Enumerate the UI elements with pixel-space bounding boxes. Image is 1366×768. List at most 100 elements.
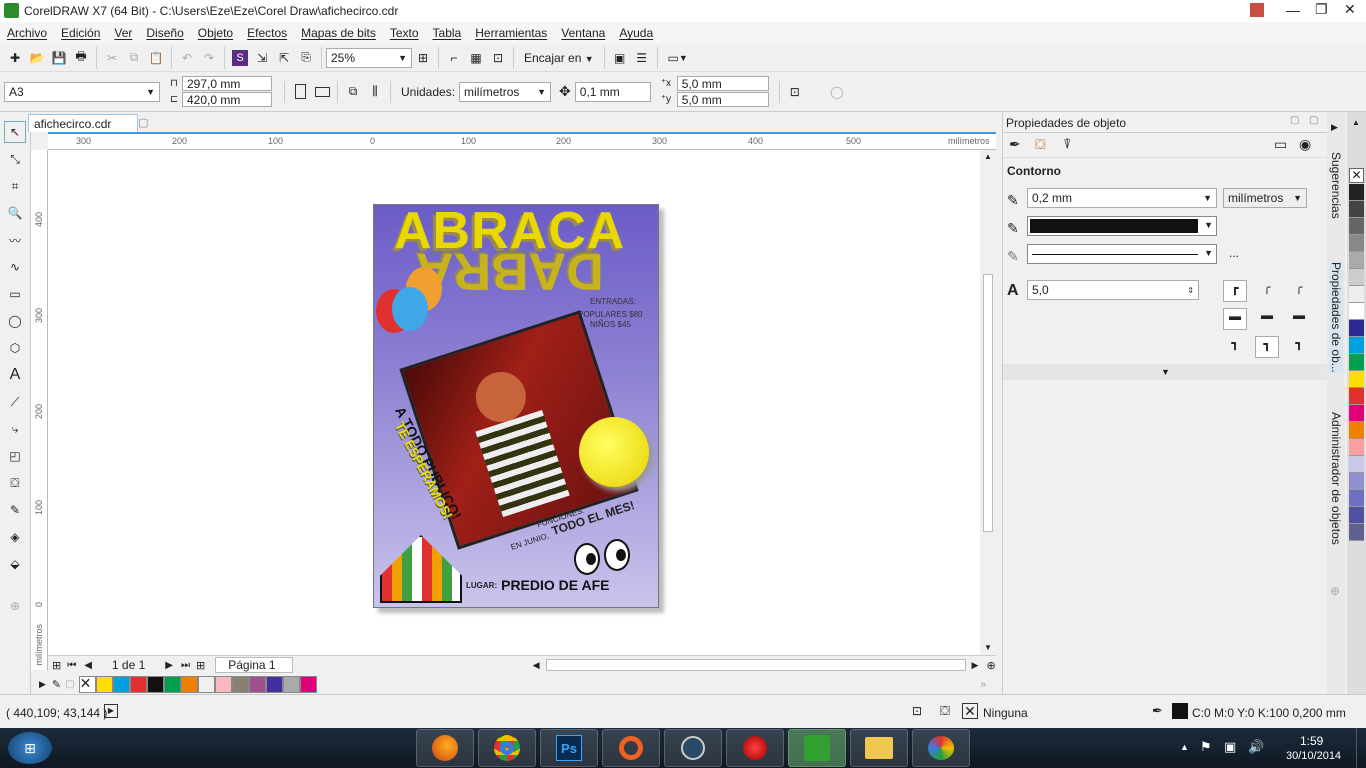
document-tab[interactable]: afichecirco.cdr xyxy=(28,114,138,132)
poster-lugar[interactable]: LUGAR: PREDIO DE AFE xyxy=(466,577,610,593)
position-inside-button[interactable]: ┓ xyxy=(1287,336,1311,358)
menu-efectos[interactable]: Efectos xyxy=(247,26,287,40)
palette-arrow-icon[interactable]: ▶ xyxy=(39,679,46,690)
palette-color-swatch[interactable] xyxy=(1349,371,1364,388)
palette-color-swatch[interactable] xyxy=(1349,337,1364,354)
palette-swatch[interactable] xyxy=(146,675,164,693)
corner-round-button[interactable]: ╭ xyxy=(1255,280,1279,302)
tray-network-icon[interactable]: ▣ xyxy=(1224,739,1236,755)
explorer-taskbar-icon[interactable] xyxy=(850,729,908,767)
portrait-icon[interactable] xyxy=(289,81,311,103)
rulers-icon[interactable]: ⌐ xyxy=(443,47,465,69)
rectangle-tool-icon[interactable]: ▭ xyxy=(4,283,26,305)
palette-color-swatch[interactable] xyxy=(1349,269,1364,286)
dimension-tool-icon[interactable]: ⟋ xyxy=(4,391,26,413)
ellipse-tool-icon[interactable]: ◯ xyxy=(4,310,26,332)
palette-swatch[interactable] xyxy=(282,675,300,693)
palette-color-swatch[interactable] xyxy=(1349,235,1364,252)
crop-tool-icon[interactable]: ⌗ xyxy=(4,175,26,197)
palette-color-swatch[interactable] xyxy=(1349,201,1364,218)
units-select[interactable]: milímetros ▼ xyxy=(459,81,552,102)
fill-tab-icon[interactable]: ⛋ xyxy=(1035,136,1046,153)
docker-expand-button[interactable]: ▼ xyxy=(1003,364,1328,380)
search-content-icon[interactable]: S xyxy=(229,47,251,69)
all-pages-icon[interactable]: ⧉ xyxy=(342,81,364,103)
menu-diseno[interactable]: Diseño xyxy=(146,26,183,40)
eyedropper-icon[interactable]: ✎ xyxy=(4,499,26,521)
shape-tool-icon[interactable]: ⤡ xyxy=(4,148,26,170)
scroll-right-icon[interactable]: ▶ xyxy=(972,660,979,671)
paint-taskbar-icon[interactable] xyxy=(912,729,970,767)
docker-tabs-arrow-icon[interactable]: ▶ xyxy=(1331,122,1338,133)
palette-swatch[interactable] xyxy=(299,675,317,693)
palette-top-arrow-icon[interactable]: ▲ xyxy=(1352,118,1360,127)
launch-icon[interactable]: ▭ ▼ xyxy=(662,47,694,69)
polygon-tool-icon[interactable]: ⬡ xyxy=(4,337,26,359)
outline-tab-icon[interactable]: ✒ xyxy=(1009,136,1021,153)
palette-swatch[interactable] xyxy=(214,675,232,693)
tray-flag-icon[interactable]: ⚑ xyxy=(1200,739,1212,755)
menu-ventana[interactable]: Ventana xyxy=(561,26,605,40)
freehand-tool-icon[interactable]: 〰 xyxy=(4,229,26,251)
redo-icon[interactable]: ↷ xyxy=(198,47,220,69)
corner-miter-button[interactable]: ┏ xyxy=(1223,280,1247,302)
export-icon[interactable]: ⇱ xyxy=(273,47,295,69)
transparency-tab-icon[interactable]: ⍒ xyxy=(1063,136,1071,153)
docker-pin-icon[interactable]: ▢ xyxy=(1290,115,1299,126)
palette-swatch[interactable] xyxy=(163,675,181,693)
cap-butt-button[interactable]: ▬ xyxy=(1223,308,1247,330)
zoom-tool-icon[interactable]: 🔍 xyxy=(4,202,26,224)
horizontal-scroll-thumb[interactable] xyxy=(545,659,966,671)
object-props-icon[interactable]: ⊡ xyxy=(912,704,922,718)
palette-swatch[interactable] xyxy=(180,675,198,693)
show-desktop-button[interactable] xyxy=(1356,728,1366,768)
palette-color-swatch[interactable] xyxy=(1349,473,1364,490)
next-page-icon[interactable]: ▶ xyxy=(165,660,173,671)
maximize-button[interactable]: ❐ xyxy=(1315,1,1328,18)
outline-width-select[interactable]: 0,2 mm ▼ xyxy=(1027,188,1217,208)
coreldraw-taskbar-icon[interactable] xyxy=(788,729,846,767)
poster-junio[interactable]: EN JUNIO, xyxy=(510,531,550,552)
artistic-media-icon[interactable]: ∿ xyxy=(4,256,26,278)
clock-time[interactable]: 1:59 xyxy=(1300,734,1323,748)
fill-icon[interactable]: ⛋ xyxy=(940,703,950,719)
zoom-view-icon[interactable]: ⊕ xyxy=(986,659,995,672)
menu-herramientas[interactable]: Herramientas xyxy=(475,26,547,40)
menu-ayuda[interactable]: Ayuda xyxy=(619,26,653,40)
save-icon[interactable]: 💾 xyxy=(48,47,70,69)
page-tab[interactable]: Página 1 xyxy=(215,657,293,673)
page-size-select[interactable]: A3 ▼ xyxy=(4,81,160,102)
menu-edicion[interactable]: Edición xyxy=(61,26,100,40)
menu-tabla[interactable]: Tabla xyxy=(433,26,462,40)
tab-administrador[interactable]: Administrador de objetos xyxy=(1329,412,1343,545)
guidelines-icon[interactable]: ⊡ xyxy=(487,47,509,69)
cut-icon[interactable]: ✂ xyxy=(101,47,123,69)
palette-color-swatch[interactable] xyxy=(1349,354,1364,371)
copy-icon[interactable]: ⧉ xyxy=(123,47,145,69)
palette-color-swatch[interactable] xyxy=(1349,456,1364,473)
menu-ver[interactable]: Ver xyxy=(114,26,132,40)
drop-shadow-icon[interactable]: ◰ xyxy=(4,445,26,467)
palette-color-swatch[interactable] xyxy=(1349,405,1364,422)
poster-ninos[interactable]: NIÑOS $45 xyxy=(590,320,631,329)
add-page-before-icon[interactable]: ⊞ xyxy=(52,659,61,672)
palette-swatch[interactable] xyxy=(231,675,249,693)
open-icon[interactable]: 📂 xyxy=(26,47,48,69)
palette-color-swatch[interactable] xyxy=(1349,388,1364,405)
line-style-select[interactable]: ▼ xyxy=(1027,244,1217,264)
snap-to-dropdown[interactable]: Encajar en ▼ xyxy=(518,51,600,65)
photoshop-taskbar-icon[interactable]: Ps xyxy=(540,729,598,767)
poster-page[interactable]: ABRACA DABRA ENTRADAS: POPULARES $80 NIÑ… xyxy=(373,204,659,608)
import-icon[interactable]: ⇲ xyxy=(251,47,273,69)
palette-swatch[interactable] xyxy=(248,675,266,693)
first-page-icon[interactable]: ⏮ xyxy=(67,660,76,671)
origin-taskbar-icon[interactable] xyxy=(602,729,660,767)
cap-round-button[interactable]: ▬ xyxy=(1255,308,1279,330)
outline-color-select[interactable]: ▼ xyxy=(1027,216,1217,236)
text-tool-icon[interactable]: A xyxy=(4,364,26,386)
paste-icon[interactable]: 📋 xyxy=(145,47,167,69)
scroll-left-icon[interactable]: ◀ xyxy=(533,660,540,671)
zoom-select[interactable]: 25% ▼ xyxy=(326,47,412,68)
palette-swatch[interactable] xyxy=(129,675,147,693)
firefox-taskbar-icon[interactable] xyxy=(416,729,474,767)
